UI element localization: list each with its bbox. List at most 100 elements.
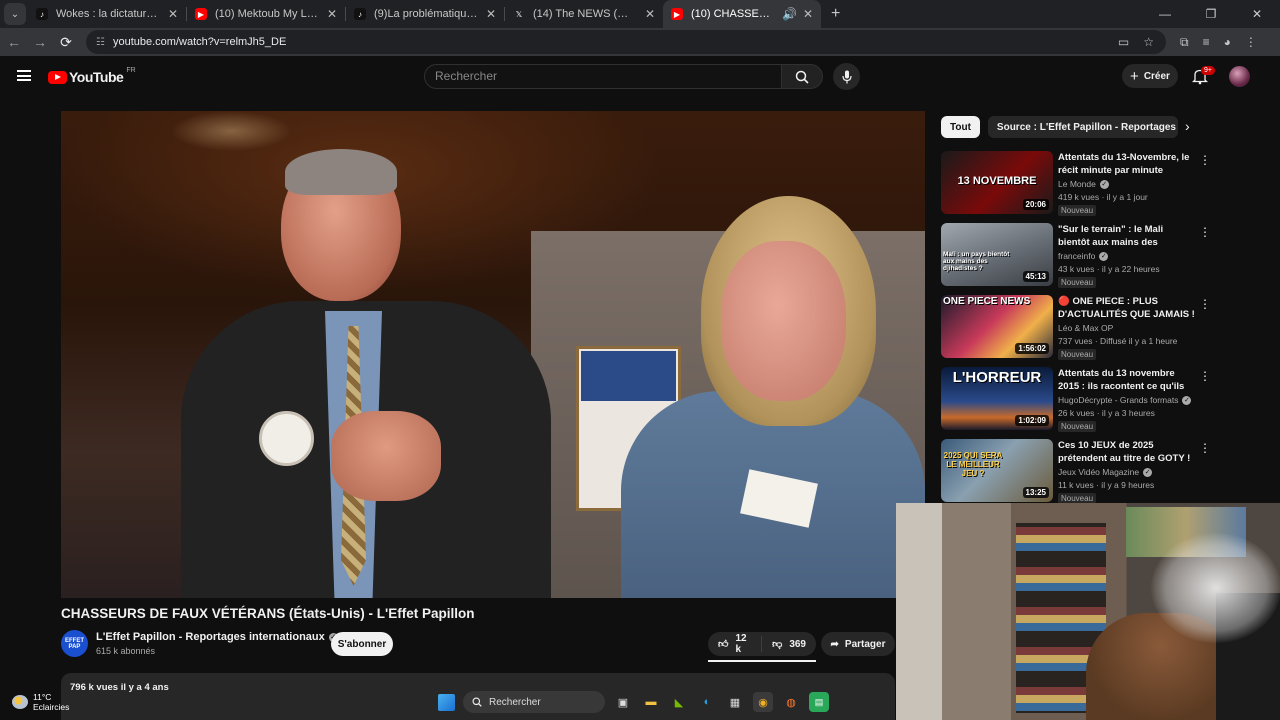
browser-tab[interactable]: ♪ (9)La problématique raciste dans ✕ xyxy=(346,0,504,28)
recommendation-meta: 737 vues · Diffusé il y a 1 heure xyxy=(1058,336,1178,346)
browser-tab[interactable]: ▶ (10) Mektoub My Love : Canto Uno ✕ xyxy=(187,0,345,28)
more-options-icon[interactable]: ⋮ xyxy=(1199,297,1211,311)
profile-icon[interactable]: ◕ xyxy=(1224,35,1231,50)
speaker-icon[interactable]: 🔊 xyxy=(782,7,797,21)
browser-tab-active[interactable]: ▶ (10) CHASSEURS DE FAUX VÉTÉRANS 🔊 ✕ xyxy=(663,0,821,28)
recommendation-title: Attentats du 13-Novembre, le récit minut… xyxy=(1058,152,1190,176)
discord-like-icon[interactable]: ▤ xyxy=(809,692,829,712)
extensions-icon[interactable]: ⧉ xyxy=(1180,35,1189,50)
subscriber-count: 615 k abonnés xyxy=(96,646,156,656)
tab-search-button[interactable]: ⌄ xyxy=(4,3,26,25)
search-input[interactable]: Rechercher xyxy=(424,64,782,89)
video-thumbnail: 2025 QUI SERA LE MEILLEUR JEU ? 13:25 xyxy=(941,439,1053,502)
site-info-icon[interactable]: ☷ xyxy=(96,37,105,48)
file-explorer-icon[interactable]: ▬ xyxy=(641,692,661,712)
new-tab-button[interactable]: + xyxy=(831,5,840,23)
chip-source[interactable]: Source : L'Effet Papillon - Reportages i… xyxy=(987,116,1178,138)
temperature: 11°C xyxy=(33,692,52,702)
recommendation-item[interactable]: 2025 QUI SERA LE MEILLEUR JEU ? 13:25 Ce… xyxy=(941,439,1211,504)
dislike-button[interactable]: 👎︎ 369 xyxy=(762,638,816,651)
taskbar-search-label: Rechercher xyxy=(489,696,541,708)
taskbar-search[interactable]: Rechercher xyxy=(463,691,605,713)
more-options-icon[interactable]: ⋮ xyxy=(1199,153,1211,167)
url-text: youtube.com/watch?v=relmJh5_DE xyxy=(112,36,287,48)
back-icon[interactable]: ← xyxy=(2,34,26,50)
cast-icon[interactable]: ▭ xyxy=(1118,35,1129,49)
channel-name-text: L'Effet Papillon - Reportages internatio… xyxy=(96,631,325,643)
recommendation-meta: 11 k vues · il y a 9 heures xyxy=(1058,480,1155,490)
video-duration: 1:56:02 xyxy=(1015,343,1049,354)
close-icon[interactable]: ✕ xyxy=(168,7,178,21)
new-badge: Nouveau xyxy=(1058,205,1097,216)
chevron-right-icon[interactable]: › xyxy=(1185,118,1190,134)
video-duration: 13:25 xyxy=(1022,487,1049,498)
reload-icon[interactable]: ⟳ xyxy=(54,34,78,51)
thumbnail-text: L'HORREUR xyxy=(952,369,1042,386)
subscribe-button[interactable]: S'abonner xyxy=(331,632,393,656)
new-badge: Nouveau xyxy=(1058,277,1097,288)
channel-name[interactable]: L'Effet Papillon - Reportages internatio… xyxy=(96,631,338,643)
address-bar[interactable]: ☷ youtube.com/watch?v=relmJh5_DE ▭ ☆ xyxy=(86,30,1166,54)
reading-list-icon[interactable]: ≡ xyxy=(1203,35,1210,50)
recommendation-item[interactable]: ONE PIECE NEWS 1:56:02 🔴 ONE PIECE : PLU… xyxy=(941,295,1211,360)
chip-all[interactable]: Tout xyxy=(941,116,980,138)
video-frame-man-hair xyxy=(285,149,397,195)
more-options-icon[interactable]: ⋮ xyxy=(1199,225,1211,239)
restore-icon[interactable]: ❐ xyxy=(1188,7,1234,21)
bookmark-star-icon[interactable]: ☆ xyxy=(1143,35,1154,49)
minimize-icon[interactable]: — xyxy=(1142,7,1188,21)
share-button[interactable]: ➦ Partager xyxy=(821,632,895,656)
close-icon[interactable]: ✕ xyxy=(486,7,496,21)
video-frame-hand xyxy=(331,411,441,501)
browser-tab[interactable]: 𝕏 (14) The NEWS (@news_and_trends) ✕ xyxy=(505,0,663,28)
windows-start-icon[interactable] xyxy=(438,693,455,711)
recommendation-title: Attentats du 13 novembre 2015 : ils raco… xyxy=(1058,368,1185,392)
close-icon[interactable]: ✕ xyxy=(645,7,655,21)
recommendation-channel-text: HugoDécrypte - Grands formats xyxy=(1058,395,1179,405)
browser-toolbar: ← → ⟳ ☷ youtube.com/watch?v=relmJh5_DE ▭… xyxy=(0,28,1280,56)
video-thumbnail: Mali : un pays bientôt aux mains des dji… xyxy=(941,223,1053,286)
browser-menu-icon[interactable]: ⋮ xyxy=(1245,35,1257,50)
voice-search-button[interactable] xyxy=(833,63,860,90)
close-window-icon[interactable]: ✕ xyxy=(1234,7,1280,21)
youtube-logo[interactable]: YouTube FR xyxy=(48,66,136,85)
youtube-play-icon xyxy=(48,70,67,84)
youtube-icon: ▶ xyxy=(671,8,683,20)
recommendation-item[interactable]: Mali : un pays bientôt aux mains des dji… xyxy=(941,223,1211,288)
more-options-icon[interactable]: ⋮ xyxy=(1199,441,1211,455)
close-icon[interactable]: ✕ xyxy=(803,7,813,21)
view-count-date: 796 k vues il y a 4 ans xyxy=(70,682,169,693)
webcam-smoke xyxy=(1151,533,1280,643)
close-icon[interactable]: ✕ xyxy=(327,7,337,21)
recommendation-meta: 419 k vues · il y a 1 jour xyxy=(1058,192,1148,202)
tab-title: (14) The NEWS (@news_and_trends) xyxy=(533,8,639,20)
webcam-overlay xyxy=(896,503,1280,720)
country-code: FR xyxy=(126,66,136,74)
share-label: Partager xyxy=(844,638,886,650)
weather-widget[interactable]: 11°C Eclaircies xyxy=(12,692,69,712)
verified-icon: ✓ xyxy=(1182,396,1192,406)
recommendation-item[interactable]: L'HORREUR 1:02:09 Attentats du 13 novemb… xyxy=(941,367,1211,432)
like-button[interactable]: 👍︎ 12 k xyxy=(708,633,763,655)
video-player[interactable] xyxy=(61,111,925,598)
channel-avatar[interactable]: EFFET PAP xyxy=(61,630,88,657)
store-icon[interactable]: ▦ xyxy=(725,692,745,712)
firefox-icon[interactable]: ◍ xyxy=(781,692,801,712)
video-title: CHASSEURS DE FAUX VÉTÉRANS (États-Unis) … xyxy=(61,606,475,621)
forward-icon[interactable]: → xyxy=(28,34,52,50)
thumbnail-text: 2025 QUI SERA LE MEILLEUR JEU ? xyxy=(943,451,1003,478)
chrome-icon[interactable]: ◉ xyxy=(753,692,773,712)
search-button[interactable] xyxy=(781,64,823,89)
nvidia-icon[interactable]: ◣ xyxy=(669,692,689,712)
browser-tab[interactable]: ♪ Wokes : la dictature des bien-pensants… xyxy=(28,0,186,28)
account-avatar[interactable] xyxy=(1229,66,1250,87)
create-button[interactable]: + Créer xyxy=(1122,64,1178,88)
recommendation-item[interactable]: 13 NOVEMBRE 20:06 Attentats du 13-Novemb… xyxy=(941,151,1211,216)
edge-icon[interactable]: ◐ xyxy=(697,692,717,712)
tab-title: (10) Mektoub My Love : Canto Uno xyxy=(215,8,321,20)
verified-icon: ✓ xyxy=(1099,252,1109,262)
menu-icon[interactable] xyxy=(17,70,31,81)
plus-icon: + xyxy=(1130,67,1139,85)
task-view-icon[interactable]: ▣ xyxy=(613,692,633,712)
more-options-icon[interactable]: ⋮ xyxy=(1199,369,1211,383)
